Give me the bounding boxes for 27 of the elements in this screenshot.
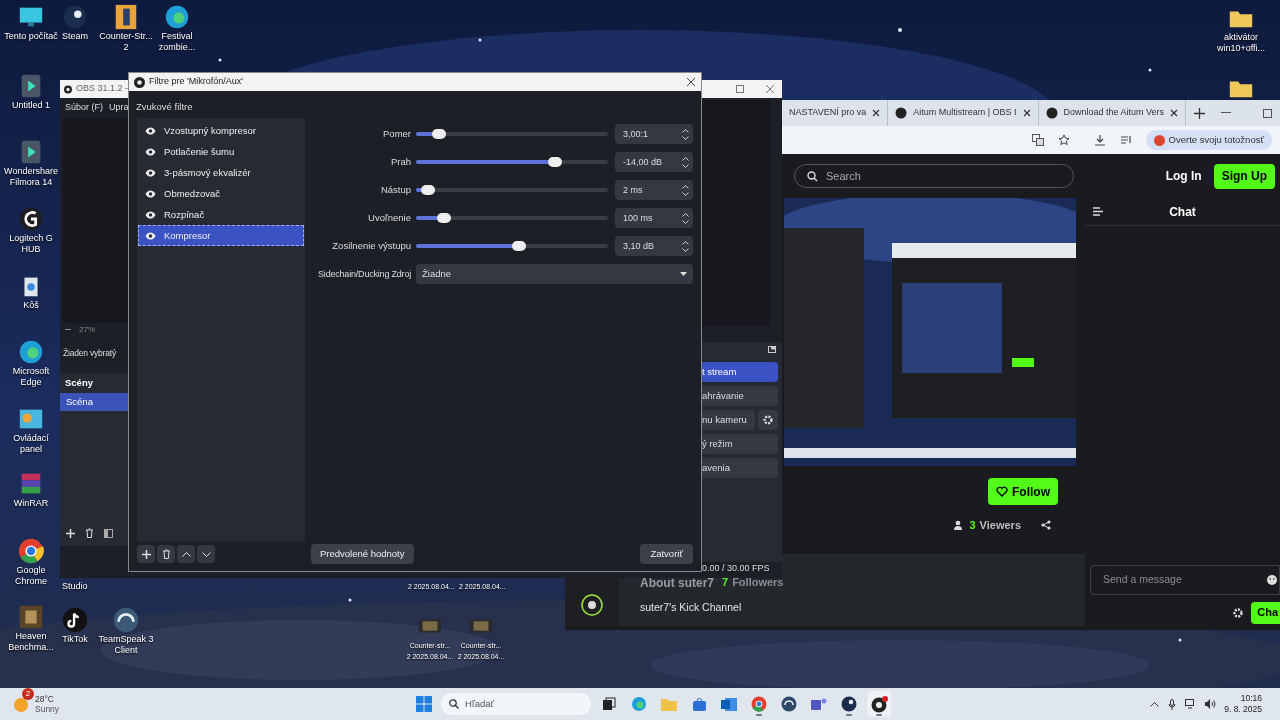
taskbar-app-button[interactable] <box>867 691 892 717</box>
app-icon <box>870 695 888 713</box>
notification-badge: 2 <box>22 688 34 700</box>
speaker-icon[interactable] <box>1205 699 1217 709</box>
sun-icon <box>12 695 30 713</box>
chevron-up-icon[interactable] <box>1150 701 1160 707</box>
app-icon <box>751 696 768 712</box>
start-icon[interactable] <box>416 696 433 712</box>
headset-icon <box>781 696 798 712</box>
clock[interactable]: 10:16 9. 8. 2025 <box>1224 693 1262 715</box>
weather-condition: Sunny <box>35 704 60 714</box>
temperature: 28°C <box>35 694 55 704</box>
task-view-icon <box>602 697 617 711</box>
mail-app-icon <box>721 696 738 712</box>
search-icon <box>449 699 460 709</box>
people-app-icon <box>811 696 828 712</box>
network-icon[interactable] <box>1185 699 1197 709</box>
app-icon <box>841 696 858 712</box>
search-field[interactable]: Hľadať <box>441 693 592 715</box>
search-input[interactable]: Hľadať <box>465 696 576 712</box>
running-indicator <box>756 714 763 716</box>
folder-icon <box>661 697 678 711</box>
running-indicator <box>876 714 883 716</box>
bag-icon <box>691 696 707 712</box>
running-indicator <box>846 714 853 716</box>
app-icon <box>631 696 648 712</box>
microphone-icon[interactable] <box>1168 698 1177 710</box>
